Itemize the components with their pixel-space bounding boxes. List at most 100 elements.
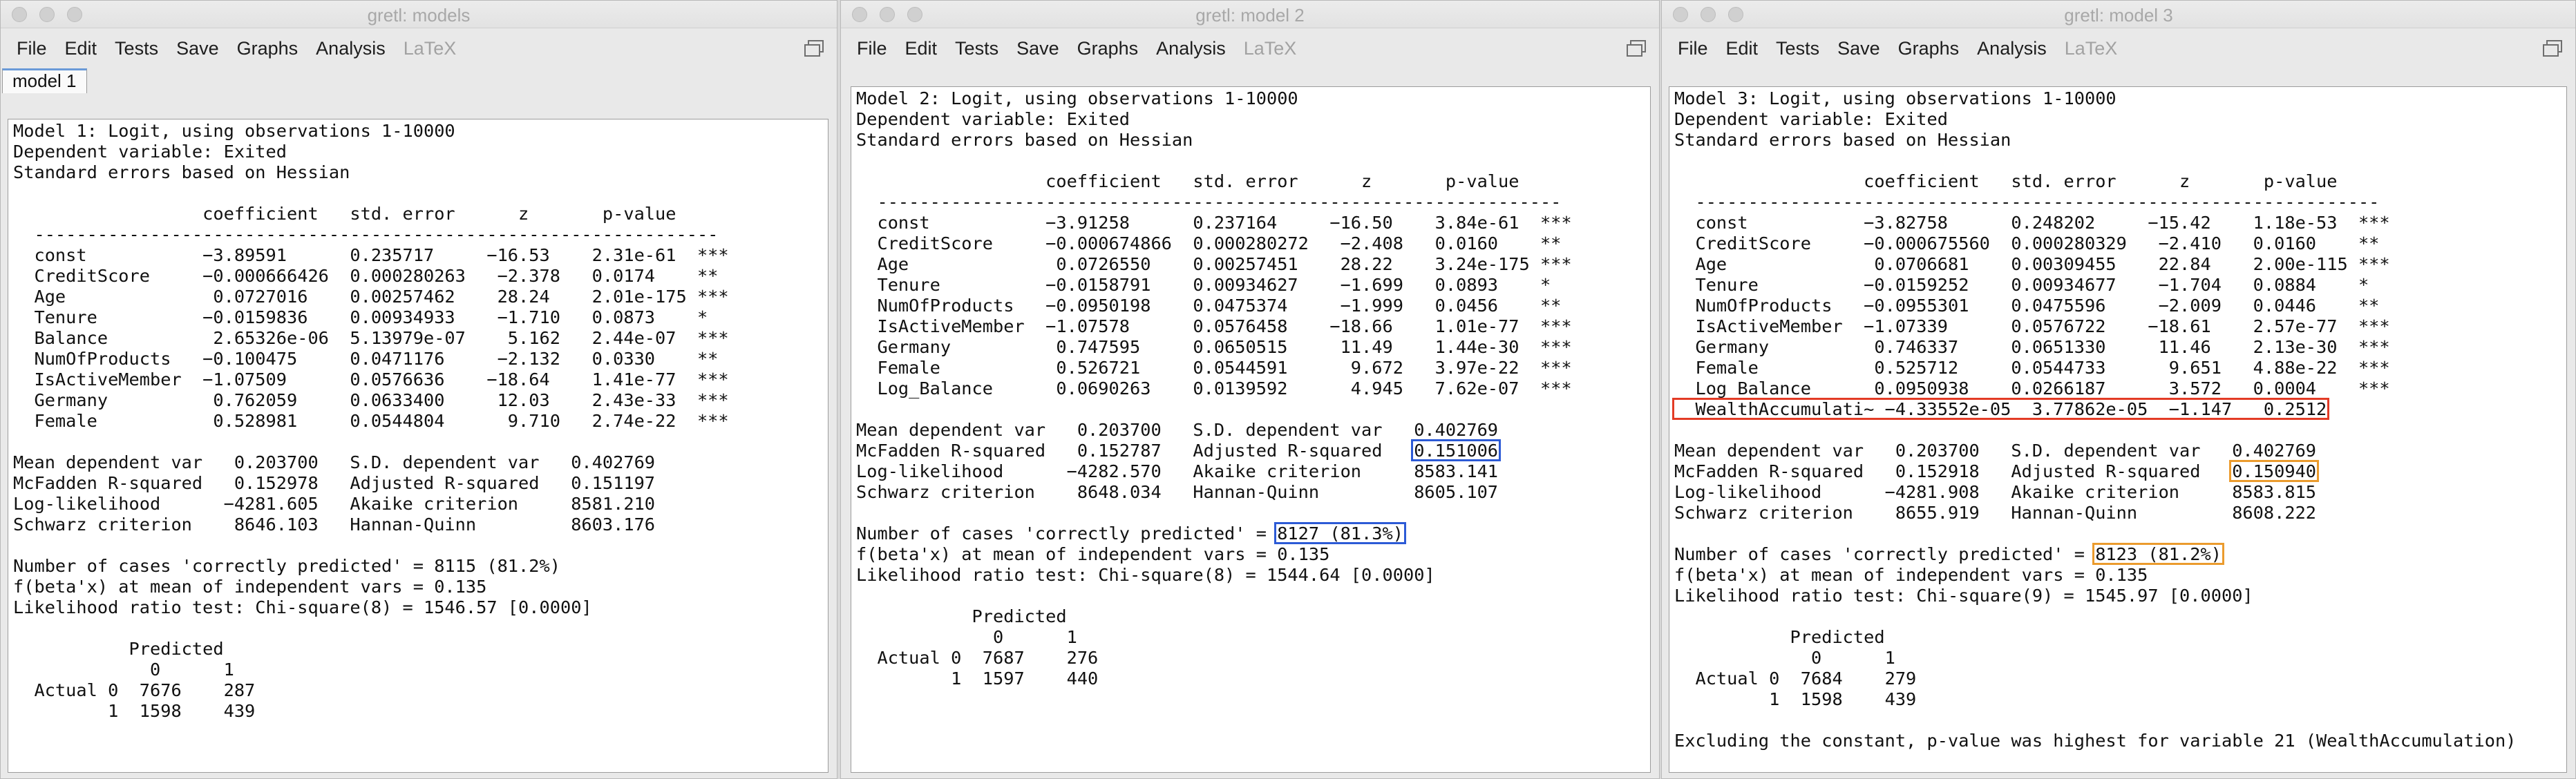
menu-file[interactable]: File (848, 38, 896, 59)
output-line: Mean dependent var 0.203700 S.D. depende… (1674, 441, 2317, 461)
output-line: Log_Balance 0.0950938 0.0266187 3.572 0.… (1674, 378, 2390, 398)
output-line: Age 0.0727016 0.00257462 28.24 2.01e-175… (13, 287, 729, 307)
output-line: const −3.91258 0.237164 −16.50 3.84e-61 … (856, 213, 1572, 233)
menu-graphs[interactable]: Graphs (1068, 38, 1148, 59)
output-line: Predicted (856, 606, 1067, 626)
menu-bar: File Edit Tests Save Graphs Analysis LaT… (1662, 28, 2575, 68)
output-line: coefficient std. error z p-value (856, 171, 1519, 191)
output-lines: Model 2: Logit, using observations 1-100… (851, 87, 1650, 689)
menu-latex[interactable]: LaTeX (1235, 38, 1306, 59)
menu-latex[interactable]: LaTeX (2056, 38, 2127, 59)
window-title: gretl: model 3 (2064, 5, 2173, 26)
output-lines: Model 3: Logit, using observations 1-100… (1669, 87, 2566, 751)
output-line: 0 1 (1674, 648, 1895, 668)
menu-tests[interactable]: Tests (946, 38, 1007, 59)
window-restore-icon[interactable] (804, 39, 824, 57)
menu-analysis[interactable]: Analysis (307, 38, 395, 59)
menu-file[interactable]: File (1669, 38, 1717, 59)
menu-save[interactable]: Save (1007, 38, 1068, 59)
output-line: McFadden R-squared 0.152918 Adjusted R-s… (1674, 461, 2317, 481)
menu-edit[interactable]: Edit (896, 38, 947, 59)
output-line: Likelihood ratio test: Chi-square(8) = 1… (856, 565, 1435, 585)
output-line: Dependent variable: Exited (13, 142, 287, 162)
output-line: Actual 0 7684 279 (1674, 669, 1917, 689)
output-line: CreditScore −0.000675560 0.000280329 −2.… (1674, 233, 2380, 253)
output-line: Germany 0.746337 0.0651330 11.46 2.13e-3… (1674, 337, 2390, 357)
output-line: Actual 0 7676 287 (13, 680, 256, 700)
tab-strip: model 1 (1, 68, 837, 93)
output-line: 0 1 (856, 627, 1077, 647)
output-line: coefficient std. error z p-value (1674, 171, 2338, 191)
output-line: coefficient std. error z p-value (13, 204, 676, 224)
model-output-text[interactable]: Model 1: Logit, using observations 1-100… (8, 119, 828, 773)
tab-model-1[interactable]: model 1 (2, 68, 87, 93)
title-bar[interactable]: gretl: models (1, 1, 837, 28)
output-line: Model 1: Logit, using observations 1-100… (13, 121, 455, 141)
output-line: Standard errors based on Hessian (856, 130, 1193, 150)
output-line: IsActiveMember −1.07578 0.0576458 −18.66… (856, 316, 1572, 336)
menu-analysis[interactable]: Analysis (1147, 38, 1235, 59)
title-bar[interactable]: gretl: model 3 (1662, 1, 2575, 28)
window-restore-icon[interactable] (2542, 39, 2563, 57)
menu-analysis[interactable]: Analysis (1968, 38, 2056, 59)
output-line: NumOfProducts −0.0950198 0.0475374 −1.99… (856, 296, 1562, 316)
model-output-text[interactable]: Model 3: Logit, using observations 1-100… (1669, 86, 2567, 773)
output-line: Likelihood ratio test: Chi-square(8) = 1… (13, 597, 592, 617)
title-bar[interactable]: gretl: model 2 (841, 1, 1659, 28)
menu-latex[interactable]: LaTeX (395, 38, 466, 59)
model-window-2: gretl: model 2 File Edit Tests Save Grap… (840, 0, 1660, 779)
output-line: ----------------------------------------… (13, 224, 719, 244)
output-line: Model 3: Logit, using observations 1-100… (1674, 88, 2116, 108)
output-line: Female 0.526721 0.0544591 9.672 3.97e-22… (856, 358, 1572, 378)
output-line: Standard errors based on Hessian (1674, 130, 2011, 150)
output-line: Tenure −0.0159252 0.00934677 −1.704 0.08… (1674, 275, 2369, 295)
menu-save[interactable]: Save (1828, 38, 1889, 59)
output-line: McFadden R-squared 0.152978 Adjusted R-s… (13, 473, 656, 493)
output-line: CreditScore −0.000674866 0.000280272 −2.… (856, 233, 1562, 253)
menu-edit[interactable]: Edit (56, 38, 106, 59)
model-output-text[interactable]: Model 2: Logit, using observations 1-100… (851, 86, 1651, 773)
menu-tests[interactable]: Tests (1767, 38, 1828, 59)
output-line: Standard errors based on Hessian (13, 162, 350, 182)
output-line: ----------------------------------------… (1674, 192, 2380, 212)
model-window-3: gretl: model 3 File Edit Tests Save Grap… (1661, 0, 2576, 779)
output-line: 1 1598 439 (1674, 689, 1917, 709)
output-line: Likelihood ratio test: Chi-square(9) = 1… (1674, 586, 2253, 606)
output-line: Dependent variable: Exited (856, 109, 1130, 129)
output-line: Predicted (13, 639, 224, 659)
output-line: f(beta'x) at mean of independent vars = … (13, 577, 487, 597)
output-line: f(beta'x) at mean of independent vars = … (856, 544, 1330, 564)
menu-graphs[interactable]: Graphs (1889, 38, 1969, 59)
menu-graphs[interactable]: Graphs (228, 38, 307, 59)
output-line: Predicted (1674, 627, 1885, 647)
menu-save[interactable]: Save (167, 38, 228, 59)
window-restore-icon[interactable] (1626, 39, 1647, 57)
output-line: Female 0.525712 0.0544733 9.651 4.88e-22… (1674, 358, 2390, 378)
menu-file[interactable]: File (8, 38, 56, 59)
output-line: Excluding the constant, p-value was high… (1674, 731, 2517, 751)
output-line: Tenure −0.0159836 0.00934933 −1.710 0.08… (13, 307, 708, 327)
output-line: f(beta'x) at mean of independent vars = … (1674, 565, 2148, 585)
output-line: Number of cases 'correctly predicted' = … (13, 556, 560, 576)
output-line: IsActiveMember −1.07509 0.0576636 −18.64… (13, 369, 729, 390)
output-line: Germany 0.762059 0.0633400 12.03 2.43e-3… (13, 390, 729, 410)
menu-edit[interactable]: Edit (1717, 38, 1768, 59)
output-line: Mean dependent var 0.203700 S.D. depende… (13, 452, 656, 472)
output-line: Log-likelihood −4282.570 Akaike criterio… (856, 461, 1499, 481)
output-line: Schwarz criterion 8655.919 Hannan-Quinn … (1674, 503, 2317, 523)
output-line: Age 0.0706681 0.00309455 22.84 2.00e-115… (1674, 254, 2390, 274)
output-line: Tenure −0.0158791 0.00934627 −1.699 0.08… (856, 275, 1551, 295)
output-line: Log_Balance 0.0690263 0.0139592 4.945 7.… (856, 378, 1572, 398)
output-line: IsActiveMember −1.07339 0.0576722 −18.61… (1674, 316, 2390, 336)
output-line: Number of cases 'correctly predicted' = … (1674, 544, 2222, 564)
output-line: Age 0.0726550 0.00257451 28.22 3.24e-175… (856, 254, 1572, 274)
menu-tests[interactable]: Tests (106, 38, 167, 59)
window-title: gretl: model 2 (1195, 5, 1305, 26)
output-line: Log-likelihood −4281.605 Akaike criterio… (13, 494, 656, 514)
